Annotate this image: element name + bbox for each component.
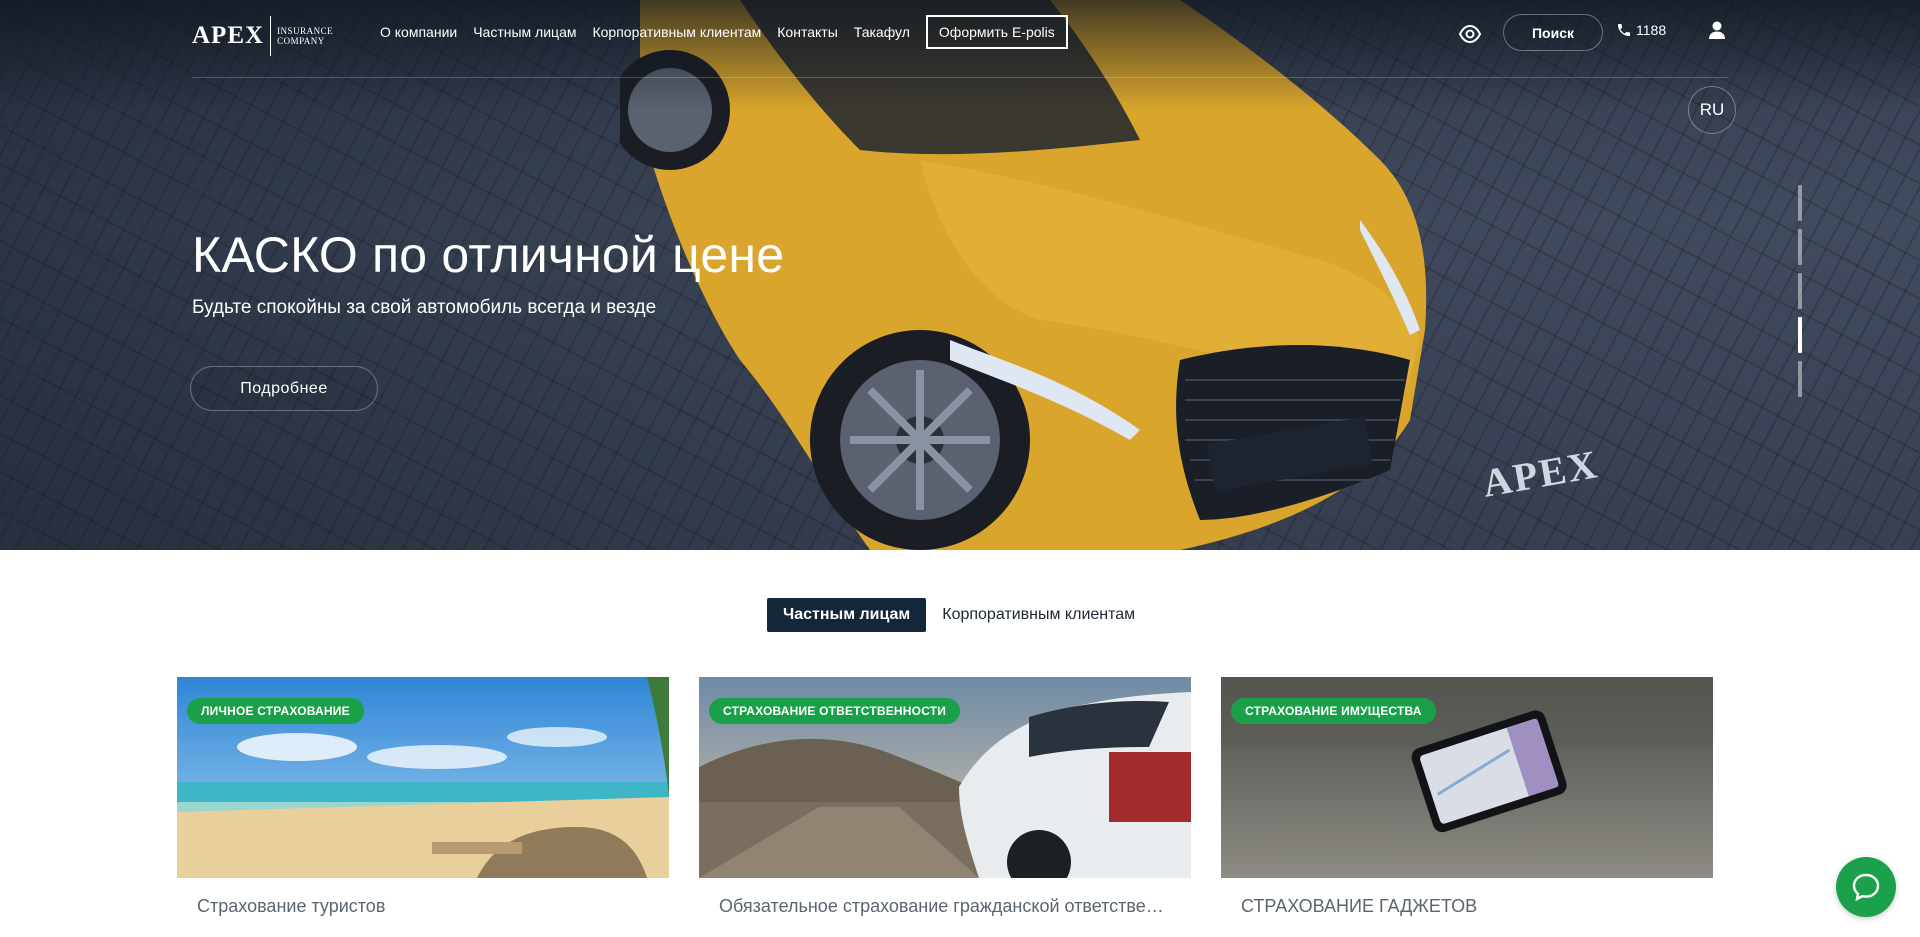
chat-button[interactable]	[1836, 857, 1896, 917]
logo-word: APEX	[192, 22, 265, 49]
apex-logo[interactable]: APEX INSURANCE COMPANY	[192, 14, 333, 58]
card-title: Обязательное страхование гражданской отв…	[719, 896, 1171, 916]
product-card-osago[interactable]: СТРАХОВАНИЕ ОТВЕТСТВЕННОСТИ Обязательное…	[699, 677, 1191, 937]
slider-dot-1[interactable]	[1798, 185, 1802, 221]
hero-subtitle: Будьте спокойны за свой автомобиль всегд…	[192, 297, 657, 318]
tab-individuals[interactable]: Частным лицам	[767, 598, 927, 632]
header-divider	[192, 77, 1728, 78]
card-title: СТРАХОВАНИЕ ГАДЖЕТОВ	[1241, 896, 1478, 916]
logo-sub-line1: INSURANCE	[277, 26, 334, 36]
chat-icon	[1852, 873, 1880, 902]
main-nav: О компании Частным лицам Корпоративным к…	[380, 0, 1068, 64]
card-title: Страхование туристов	[197, 896, 386, 916]
product-card-travel[interactable]: ЛИЧНОЕ СТРАХОВАНИЕ Страхование туристов	[177, 677, 669, 937]
language-switcher[interactable]: RU	[1688, 86, 1736, 134]
phone-link[interactable]: 1188	[1616, 20, 1666, 40]
slider-dot-3[interactable]	[1798, 273, 1802, 309]
hero-title: КАСКО по отличной цене	[192, 227, 785, 283]
nav-takaful[interactable]: Такафул	[854, 24, 910, 40]
slider-pagination	[1798, 185, 1802, 400]
nav-corporate[interactable]: Корпоративным клиентам	[592, 24, 761, 40]
nav-contacts[interactable]: Контакты	[777, 24, 837, 40]
slider-dot-5[interactable]	[1798, 361, 1802, 397]
epolis-button[interactable]: Оформить E-polis	[925, 15, 1068, 49]
card-badge: ЛИЧНОЕ СТРАХОВАНИЕ	[187, 698, 364, 724]
card-badge: СТРАХОВАНИЕ ОТВЕТСТВЕННОСТИ	[709, 698, 961, 724]
search-button[interactable]: Поиск	[1503, 14, 1603, 51]
nav-about[interactable]: О компании	[380, 24, 457, 40]
slider-dot-4[interactable]	[1798, 317, 1802, 353]
phone-number: 1188	[1636, 22, 1667, 38]
logo-divider	[270, 16, 272, 56]
logo-sub-line2: COMPANY	[277, 36, 325, 46]
nav-individuals[interactable]: Частным лицам	[473, 24, 576, 40]
logo-subtitle: INSURANCE COMPANY	[277, 26, 333, 46]
slider-dot-2[interactable]	[1798, 229, 1802, 265]
user-icon[interactable]	[1707, 20, 1727, 40]
tab-corporate[interactable]: Корпоративным клиентам	[926, 598, 1151, 632]
product-card-gadgets[interactable]: СТРАХОВАНИЕ ИМУЩЕСТВА СТРАХОВАНИЕ ГАДЖЕТ…	[1221, 677, 1713, 937]
phone-icon	[1618, 24, 1630, 36]
audience-tabs: Частным лицам Корпоративным клиентам	[767, 598, 1151, 632]
eye-icon[interactable]	[1458, 22, 1482, 46]
hero-slider: APEX КАСКО по отличной цене Будьте споко…	[0, 0, 1920, 550]
more-button[interactable]: Подробнее	[190, 366, 378, 411]
site-header: APEX INSURANCE COMPANY О компании Частны…	[192, 0, 1728, 78]
card-badge: СТРАХОВАНИЕ ИМУЩЕСТВА	[1231, 698, 1436, 724]
